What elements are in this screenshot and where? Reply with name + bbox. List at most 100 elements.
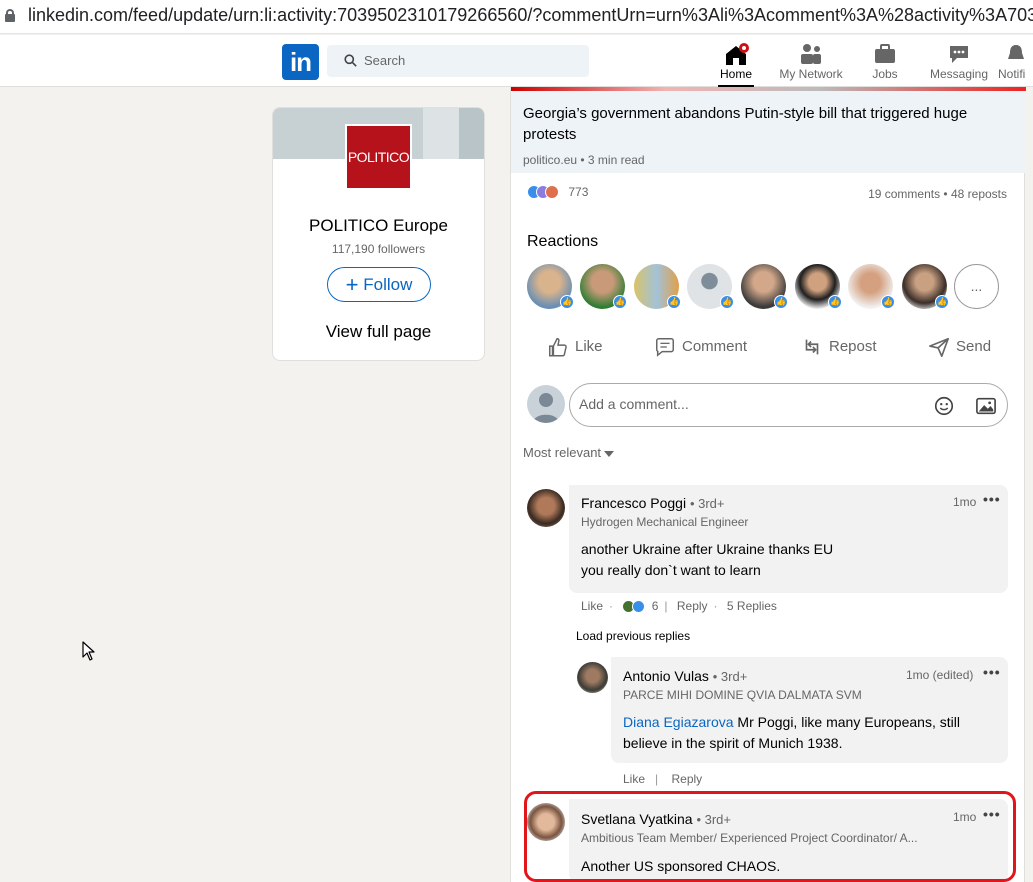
send-label: Send — [956, 338, 992, 355]
comment-button[interactable]: Comment — [654, 332, 747, 362]
caret-down-icon — [604, 450, 615, 457]
send-icon — [929, 337, 949, 358]
bell-icon — [1008, 45, 1024, 59]
connection-degree: • 3rd+ — [712, 669, 748, 684]
browser-address-bar[interactable]: linkedin.com/feed/update/urn:li:activity… — [0, 0, 1033, 34]
reactor-avatar[interactable]: 👍 — [527, 264, 574, 309]
replier-headline: PARCE MIHI DOMINE QVIA DALMATA SVM — [623, 688, 862, 702]
search-placeholder: Search — [364, 53, 406, 68]
reply-reply-button[interactable]: Reply — [671, 772, 702, 786]
nav-my-network[interactable]: My Network — [776, 39, 846, 87]
reactor-avatar[interactable]: 👍 — [687, 264, 734, 309]
reactor-avatar[interactable]: 👍 — [848, 264, 895, 309]
reactor-avatar[interactable]: 👍 — [741, 264, 788, 309]
view-full-page-link[interactable]: View full page — [273, 322, 484, 342]
highlight-annotation — [524, 791, 1016, 882]
company-name[interactable]: POLITICO Europe — [273, 216, 484, 236]
like-badge-icon: 👍 — [774, 295, 788, 309]
send-button[interactable]: Send — [928, 332, 991, 362]
reply-actions: Like | Reply — [623, 772, 703, 786]
home-icon — [726, 43, 749, 65]
like-label: Like — [575, 338, 603, 355]
commenter-name-text[interactable]: Francesco Poggi — [581, 495, 686, 511]
image-icon[interactable] — [975, 396, 997, 416]
comment-reaction-icons[interactable] — [622, 600, 648, 614]
thumbs-up-icon — [549, 338, 567, 357]
comment-options-icon[interactable]: ••• — [983, 491, 1001, 507]
sort-label: Most relevant — [523, 445, 602, 460]
load-previous-replies-button[interactable]: Load previous replies — [576, 629, 690, 643]
commenter-headline: Hydrogen Mechanical Engineer — [581, 515, 749, 529]
reply-options-icon[interactable]: ••• — [983, 664, 1001, 680]
mouse-cursor-icon — [82, 641, 95, 661]
comment-text-line: another Ukraine after Ukraine thanks EU — [581, 541, 834, 557]
mention-link[interactable]: Diana Egiazarova — [623, 714, 734, 730]
reply-time: 1mo (edited) — [906, 668, 974, 682]
comment-placeholder: Add a comment... — [579, 396, 689, 412]
nav-home-label: Home — [719, 67, 752, 81]
comment-actions: Like · 6 | Reply · 5 Replies — [581, 599, 777, 614]
comments-reposts-count[interactable]: 19 comments • 48 reposts — [868, 187, 1007, 201]
reactor-avatar[interactable]: 👍 — [580, 264, 627, 309]
replier-avatar[interactable] — [577, 662, 608, 693]
network-icon — [801, 44, 821, 64]
reactor-avatar[interactable]: 👍 — [795, 264, 842, 309]
follow-button[interactable]: + Follow — [327, 267, 431, 302]
love-reaction-icon — [545, 185, 559, 199]
nav-messaging[interactable]: Messaging — [928, 39, 990, 87]
current-user-avatar[interactable] — [527, 385, 565, 423]
replier-name-text[interactable]: Antonio Vulas — [623, 668, 709, 684]
reaction-icons — [527, 184, 563, 200]
messaging-icon — [950, 46, 968, 63]
post-detail: Georgia’s government abandons Putin-styl… — [510, 87, 1026, 882]
nav-my-network-label: My Network — [779, 67, 843, 81]
commenter-avatar[interactable] — [527, 489, 565, 527]
reactor-avatar[interactable]: 👍 — [634, 264, 681, 309]
comment-replies-count[interactable]: 5 Replies — [727, 599, 777, 613]
company-card: POLITICO POLITICO Europe 117,190 followe… — [272, 107, 485, 361]
politico-logo[interactable]: POLITICO — [345, 124, 412, 190]
like-badge-icon: 👍 — [613, 295, 627, 309]
reaction-count[interactable]: 773 — [568, 185, 588, 199]
comment-text: another Ukraine after Ukraine thanks EU … — [581, 539, 1001, 581]
briefcase-icon — [875, 44, 895, 63]
replier-name[interactable]: Antonio Vulas • 3rd+ — [623, 668, 747, 684]
plus-icon: + — [345, 272, 359, 297]
nav-jobs[interactable]: Jobs — [870, 39, 900, 87]
reactor-avatar[interactable]: 👍 — [902, 264, 949, 309]
nav-notifications[interactable]: Notifi — [998, 39, 1033, 87]
more-reactors-button[interactable]: ... — [954, 264, 999, 309]
sort-comments-dropdown[interactable]: Most relevant — [523, 445, 615, 460]
commenter-name[interactable]: Francesco Poggi • 3rd+ — [581, 495, 725, 511]
top-navigation: in Search Home My Network Jobs Messaging… — [0, 35, 1033, 87]
reply-text: Diana Egiazarova Mr Poggi, like many Eur… — [623, 712, 1003, 754]
repost-button[interactable]: Repost — [801, 332, 877, 362]
reactions-heading: Reactions — [527, 233, 599, 250]
emoji-icon[interactable] — [933, 395, 955, 417]
add-comment-input[interactable]: Add a comment... — [569, 383, 1008, 427]
article-title[interactable]: Georgia’s government abandons Putin-styl… — [523, 103, 1003, 145]
comment-reaction-count[interactable]: 6 — [652, 599, 659, 613]
reply-like-button[interactable]: Like — [623, 772, 645, 786]
social-counts[interactable]: 773 — [527, 184, 588, 200]
search-input[interactable]: Search — [327, 45, 589, 77]
like-badge-icon: 👍 — [935, 295, 949, 309]
repost-icon — [805, 339, 819, 355]
comment-reply-button[interactable]: Reply — [677, 599, 708, 613]
comment-text-line: you really don`t want to learn — [581, 562, 761, 578]
nav-home[interactable]: Home — [718, 39, 754, 87]
url-text[interactable]: linkedin.com/feed/update/urn:li:activity… — [28, 5, 1033, 26]
nav-jobs-label: Jobs — [872, 67, 898, 81]
follow-label: Follow — [363, 275, 413, 294]
post-actions: Like Comment Repost Send — [511, 332, 1026, 362]
article-link[interactable]: Georgia’s government abandons Putin-styl… — [511, 91, 1026, 173]
linkedin-logo[interactable]: in — [282, 44, 319, 80]
reply-text-line: Mr Poggi, like many Europeans, still — [733, 714, 960, 730]
comment-label: Comment — [682, 338, 748, 355]
like-badge-icon: 👍 — [667, 295, 681, 309]
company-followers: 117,190 followers — [331, 242, 426, 256]
like-button[interactable]: Like — [547, 332, 603, 362]
comment-like-button[interactable]: Like — [581, 599, 603, 613]
nav-messaging-label: Messaging — [929, 67, 989, 81]
repost-label: Repost — [829, 338, 877, 355]
